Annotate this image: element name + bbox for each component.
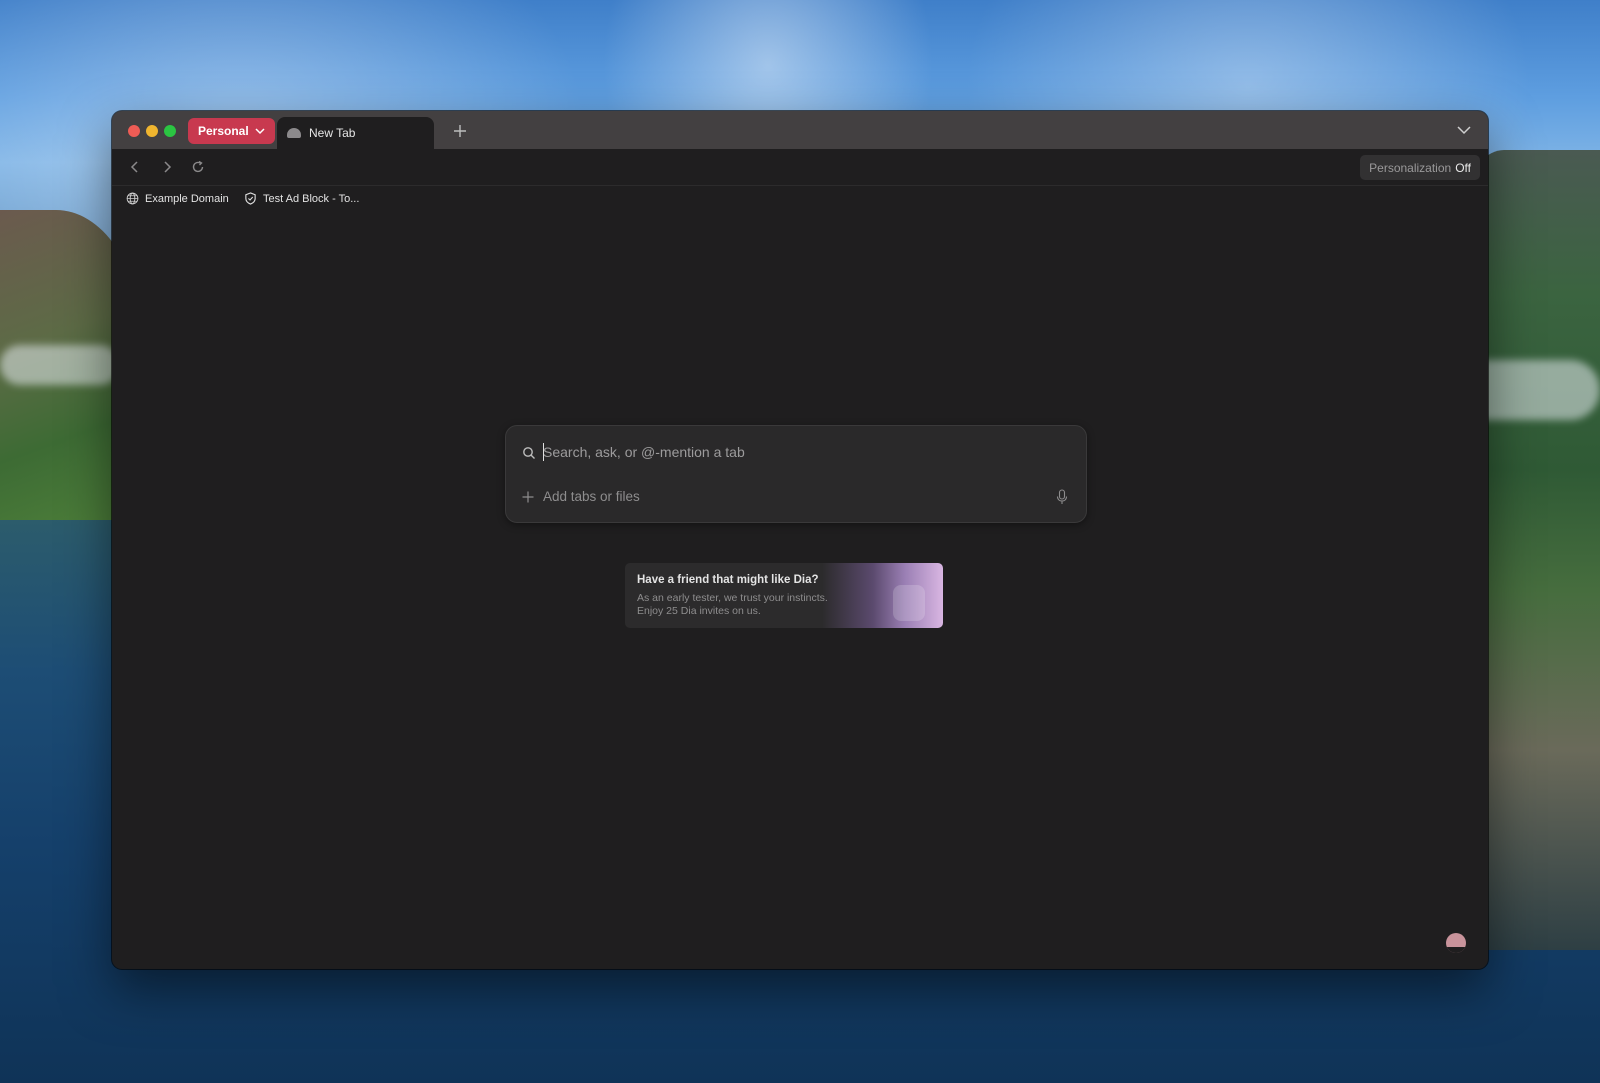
bookmarks-bar: Example Domain Test Ad Block - To...	[112, 186, 1488, 212]
tab-label: New Tab	[309, 126, 356, 140]
promo-illustration	[893, 585, 925, 621]
promo-text: Enjoy 25 Dia invites on us.	[637, 605, 761, 617]
globe-icon	[126, 192, 139, 205]
plus-icon[interactable]	[522, 491, 534, 503]
back-icon[interactable]	[126, 158, 144, 176]
chevron-down-icon[interactable]	[1456, 123, 1472, 137]
search-icon	[523, 447, 535, 459]
bookmark-example-domain[interactable]: Example Domain	[126, 192, 229, 205]
zoom-window-button[interactable]	[164, 125, 176, 137]
command-bar: Add tabs or files	[505, 425, 1087, 523]
personalization-toggle[interactable]: Personalization Off	[1360, 155, 1480, 180]
tab-new-tab[interactable]: New Tab	[277, 117, 434, 149]
text-caret	[543, 443, 544, 461]
new-tab-button[interactable]	[450, 121, 470, 141]
close-window-button[interactable]	[128, 125, 140, 137]
bookmark-label: Example Domain	[145, 192, 229, 205]
forward-icon[interactable]	[158, 158, 176, 176]
chevron-down-icon	[255, 128, 265, 135]
generic-favicon-icon	[287, 128, 301, 138]
invite-promo-card[interactable]: Have a friend that might like Dia? As an…	[625, 563, 943, 628]
reload-icon[interactable]	[189, 158, 207, 176]
title-bar: Personal New Tab	[112, 111, 1488, 149]
bookmark-label: Test Ad Block - To...	[263, 192, 360, 205]
microphone-icon[interactable]	[1056, 489, 1068, 505]
profile-switcher[interactable]: Personal	[188, 118, 275, 144]
wallpaper-mist	[0, 345, 120, 385]
promo-title: Have a friend that might like Dia?	[637, 574, 819, 586]
personalization-label: Personalization	[1369, 160, 1452, 175]
assistant-avatar-button[interactable]	[1446, 933, 1466, 953]
promo-text: As an early tester, we trust your instin…	[637, 592, 828, 604]
personalization-state: Off	[1455, 160, 1471, 175]
add-tabs-or-files-button[interactable]: Add tabs or files	[543, 489, 640, 504]
minimize-window-button[interactable]	[146, 125, 158, 137]
search-input[interactable]	[543, 438, 1043, 466]
plus-icon	[454, 125, 466, 137]
navigation-bar: Personalization Off	[112, 149, 1488, 186]
shield-icon	[245, 192, 256, 205]
bookmark-test-ad-block[interactable]: Test Ad Block - To...	[244, 192, 359, 205]
profile-label: Personal	[198, 124, 249, 138]
browser-window: Personal New Tab Personalization Off Exa…	[112, 111, 1488, 969]
